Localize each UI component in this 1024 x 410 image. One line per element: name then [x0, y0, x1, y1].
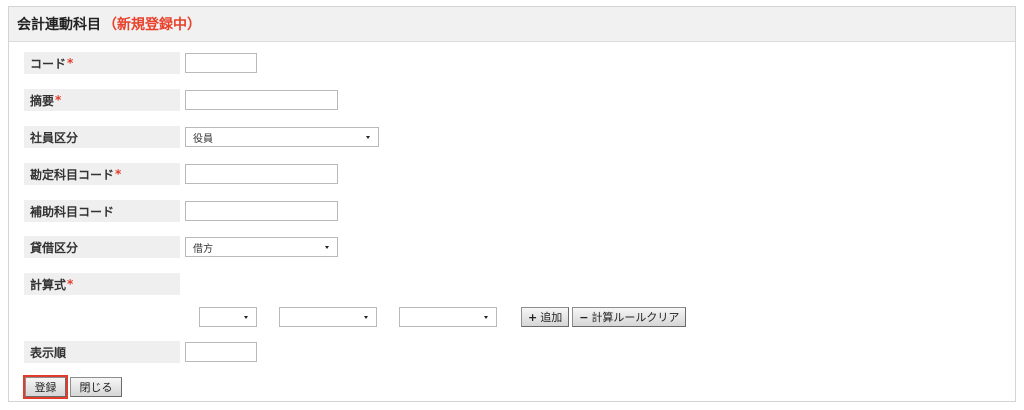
- formula-controls: + 追加 − 計算ルールクリア: [194, 307, 687, 327]
- formula-select-1[interactable]: [199, 307, 257, 327]
- chevron-down-icon: [244, 316, 248, 319]
- row-employee-category: 社員区分 役員: [24, 126, 379, 148]
- chevron-down-icon: [484, 316, 488, 319]
- panel-header: 会計連動科目 （新規登録中）: [9, 7, 1015, 42]
- summary-label: 摘要 *: [24, 89, 180, 111]
- footer-actions: 登録 閉じる: [23, 375, 122, 399]
- close-button[interactable]: 閉じる: [70, 377, 122, 397]
- code-input[interactable]: [185, 53, 257, 73]
- chevron-down-icon: [364, 316, 368, 319]
- status-label: （新規登録中）: [103, 17, 201, 33]
- summary-input[interactable]: [185, 90, 338, 110]
- row-account-code: 勘定科目コード *: [24, 163, 338, 185]
- formula-label: 計算式 *: [24, 273, 180, 295]
- sub-account-code-input[interactable]: [185, 201, 338, 221]
- row-debit-credit: 貸借区分 借方: [24, 236, 338, 258]
- page-title: 会計連動科目: [17, 17, 101, 33]
- clear-rule-button[interactable]: − 計算ルールクリア: [572, 307, 687, 327]
- account-code-label: 勘定科目コード *: [24, 163, 180, 185]
- register-button[interactable]: 登録: [23, 375, 68, 399]
- employee-category-label: 社員区分: [24, 126, 180, 148]
- row-code: コード *: [24, 52, 257, 74]
- required-mark: *: [115, 167, 122, 181]
- row-formula: 計算式 *: [24, 273, 180, 295]
- display-order-label: 表示順: [24, 341, 180, 363]
- debit-credit-label: 貸借区分: [24, 236, 180, 258]
- plus-icon: +: [528, 310, 538, 324]
- required-mark: *: [55, 93, 62, 107]
- sub-account-code-label: 補助科目コード: [24, 200, 180, 222]
- employee-category-select[interactable]: 役員: [185, 127, 379, 147]
- display-order-input[interactable]: [185, 342, 257, 362]
- row-summary: 摘要 *: [24, 89, 338, 111]
- code-label: コード *: [24, 52, 180, 74]
- row-display-order: 表示順: [24, 341, 257, 363]
- minus-icon: −: [579, 310, 589, 324]
- formula-select-2[interactable]: [279, 307, 377, 327]
- chevron-down-icon: [325, 246, 329, 249]
- account-code-input[interactable]: [185, 164, 338, 184]
- required-mark: *: [67, 277, 74, 291]
- add-button[interactable]: + 追加: [521, 307, 570, 327]
- chevron-down-icon: [366, 136, 370, 139]
- row-sub-account-code: 補助科目コード: [24, 200, 338, 222]
- debit-credit-select[interactable]: 借方: [185, 237, 338, 257]
- required-mark: *: [67, 56, 74, 70]
- formula-select-3[interactable]: [399, 307, 497, 327]
